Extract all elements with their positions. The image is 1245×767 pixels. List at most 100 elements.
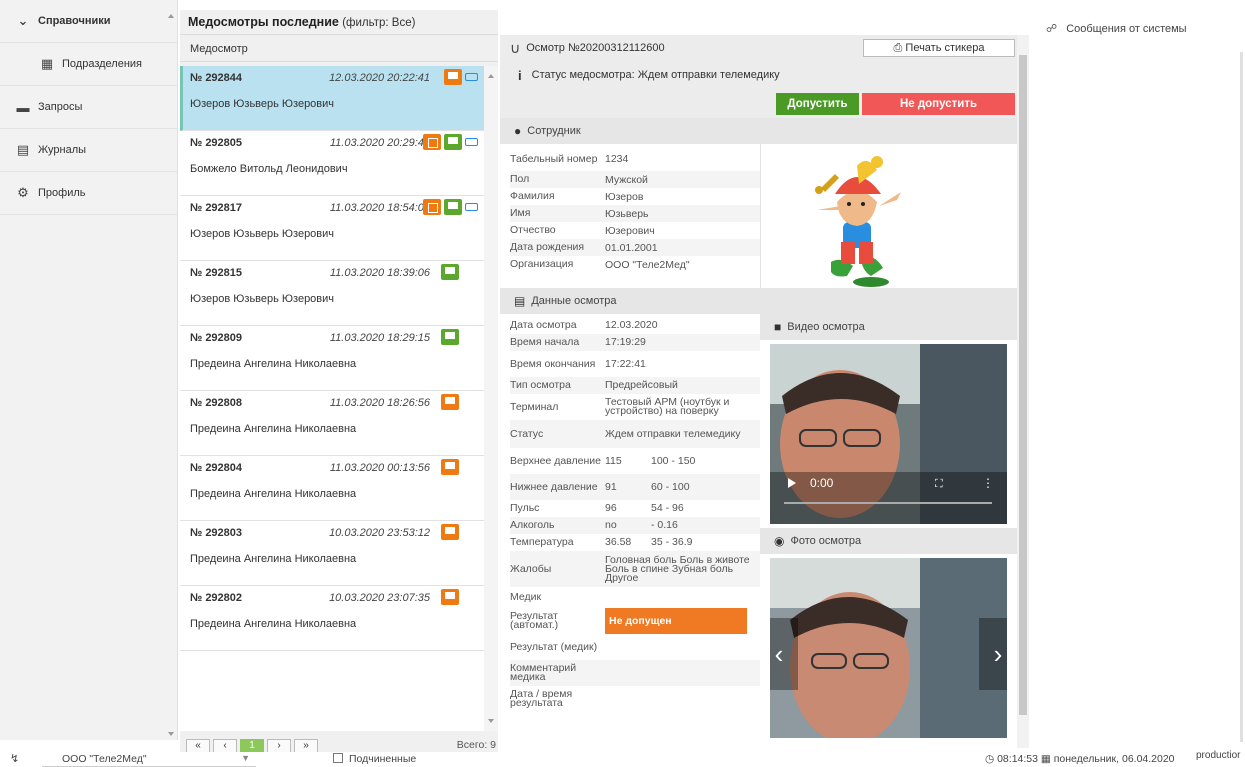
terminal-orange-icon [444, 69, 462, 85]
field-value: Мужской [605, 173, 648, 186]
more-icon[interactable]: ⋮ [982, 476, 994, 490]
reject-button[interactable]: Не допустить [862, 93, 1015, 115]
exam-employee-name: Предеина Ангелина Николаевна [190, 488, 357, 500]
exam-video[interactable]: 0:00 ⛶ ⋮ [770, 344, 1007, 524]
exam-header: ∪ Осмотр №20200312112600 ⎙ Печать стикер… [500, 35, 1017, 61]
terminal-green-icon [444, 134, 462, 150]
medical-orange-icon [423, 199, 441, 215]
field-label: Пол [510, 173, 530, 185]
sidebar-item-profile[interactable]: ⚙ Профиль [0, 172, 177, 215]
info-icon: i [518, 67, 522, 83]
sidebar-scrollbar[interactable] [166, 12, 176, 738]
field-label: Верхнее давление [510, 454, 601, 467]
fullscreen-icon[interactable]: ⛶ [935, 478, 943, 490]
list-item[interactable]: № 292808 11.03.2020 18:26:56 Предеина Ан… [180, 391, 484, 456]
video-section-header: ■ Видео осмотра [760, 314, 1017, 340]
exam-date: 11.03.2020 18:29:15 [329, 332, 430, 344]
field-value: 91 [605, 480, 617, 493]
list-column-header[interactable]: Медосмотр [180, 34, 498, 62]
field-label: Время начала [510, 336, 580, 348]
print-sticker-button[interactable]: ⎙ Печать стикера [863, 39, 1015, 57]
battery-icon [465, 203, 478, 211]
list-item[interactable]: № 292809 11.03.2020 18:29:15 Предеина Ан… [180, 326, 484, 391]
chevron-down-icon: ▼ [241, 753, 250, 763]
exam-employee-name: Предеина Ангелина Николаевна [190, 358, 357, 370]
exam-date: 10.03.2020 23:53:12 [329, 527, 430, 539]
checkbox-box [333, 753, 343, 763]
admit-button[interactable]: Допустить [776, 93, 859, 115]
status-bar: ↯ ООО "Теле2Мед" ▼ Подчиненные ◷ 08:14:5… [0, 750, 1245, 767]
list-item[interactable]: № 292802 10.03.2020 23:07:35 Предеина Ан… [180, 586, 484, 651]
organization-select[interactable]: ООО "Теле2Мед" ▼ [42, 753, 256, 767]
photo-frame [770, 558, 1007, 738]
field-value: 17:19:29 [605, 336, 646, 348]
field-label: Дата осмотра [510, 319, 577, 331]
photo-next-button[interactable]: › [979, 618, 1007, 690]
page-next-button[interactable]: › [267, 739, 291, 753]
clock-time: 08:14:53 [997, 753, 1038, 765]
sidebar-item-label: Запросы [38, 101, 83, 113]
page-last-button[interactable]: » [294, 739, 318, 753]
field-label: Фамилия [510, 190, 555, 202]
subordinates-label: Подчиненные [349, 753, 417, 765]
list-scrollbar[interactable] [484, 66, 498, 731]
exam-date: 11.03.2020 00:13:56 [329, 462, 430, 474]
detail-scrollbar-thumb[interactable] [1019, 55, 1027, 715]
exam-date: 11.03.2020 18:39:06 [329, 267, 430, 279]
field-range: 100 - 150 [651, 454, 696, 467]
exam-employee-name: Бомжело Витольд Леонидович [190, 163, 348, 175]
sidebar-item-label: Профиль [38, 187, 86, 199]
list-item[interactable]: № 292817 11.03.2020 18:54:03 Юзеров Юзьв… [180, 196, 484, 261]
field-value: ООО "Теле2Мед" [605, 258, 690, 271]
employee-section-header: ● Сотрудник [500, 118, 1017, 144]
detail-scrollbar[interactable] [1017, 35, 1029, 748]
list-title: Медосмотры последние (фильтр: Все) [180, 10, 498, 34]
field-value: no [605, 519, 617, 531]
list-item[interactable]: № 292805 11.03.2020 20:29:45 Бомжело Вит… [180, 131, 484, 196]
field-value: Предрейсовый [605, 379, 678, 391]
field-label: Нижнее давление [510, 480, 598, 493]
gear-icon: ⚙ [17, 185, 29, 200]
field-value: Юзьверь [605, 207, 649, 220]
field-value: Юзерович [605, 224, 655, 237]
field-label: Пульс [510, 502, 540, 514]
sidebar: ⌄ Справочники ▦ Подразделения ▬ Запросы … [0, 0, 178, 740]
print-sticker-label: Печать стикера [905, 42, 985, 54]
photo-prev-button[interactable]: ‹ [770, 618, 798, 690]
sidebar-item-requests[interactable]: ▬ Запросы [0, 86, 177, 129]
exam-data-section-title: Данные осмотра [531, 295, 617, 307]
field-label: Табельный номер [510, 152, 598, 165]
field-value: 115 [605, 454, 622, 467]
clock: ◷ 08:14:53 ▦ понедельник, 06.04.2020 [985, 753, 1175, 765]
terminal-green-icon [441, 264, 459, 280]
page-current-button[interactable]: 1 [240, 739, 264, 753]
page-first-button[interactable]: « [186, 739, 210, 753]
organization-value: ООО "Теле2Мед" [62, 753, 147, 765]
subordinates-checkbox[interactable]: Подчиненные [333, 753, 416, 765]
sidebar-item-journals[interactable]: ▤ Журналы [0, 129, 177, 172]
field-label: Отчество [510, 224, 556, 236]
field-label: Медик [510, 590, 542, 603]
exam-data-section-header: ▤ Данные осмотра [500, 288, 1017, 314]
page-prev-button[interactable]: ‹ [213, 739, 237, 753]
sidebar-item-departments[interactable]: ▦ Подразделения [0, 43, 177, 86]
video-frame: 0:00 ⛶ ⋮ [770, 344, 1007, 524]
list-item[interactable]: № 292815 11.03.2020 18:39:06 Юзеров Юзьв… [180, 261, 484, 326]
list-item[interactable]: № 292844 12.03.2020 20:22:41 Юзеров Юзьв… [180, 66, 484, 131]
exam-photo-carousel: ‹ › [770, 558, 1007, 738]
exam-date: 11.03.2020 18:26:56 [329, 397, 430, 409]
terminal-orange-icon [441, 459, 459, 475]
chevron-down-icon: ⌄ [17, 13, 29, 28]
list-item[interactable]: № 292804 11.03.2020 00:13:56 Предеина Ан… [180, 456, 484, 521]
field-label: Температура [510, 536, 574, 548]
field-label: Организация [510, 258, 574, 270]
printer-icon: ⎙ [893, 42, 903, 54]
exam-date: 12.03.2020 20:22:41 [329, 72, 430, 84]
stethoscope-icon: ∪ [510, 39, 521, 56]
sidebar-item-directories[interactable]: ⌄ Справочники [0, 0, 177, 43]
messages-scrollbar[interactable] [1240, 52, 1243, 742]
book-icon: ▤ [16, 142, 30, 157]
field-label: Дата рождения [510, 241, 585, 253]
video-progress-bar[interactable] [784, 502, 992, 504]
list-item[interactable]: № 292803 10.03.2020 23:53:12 Предеина Ан… [180, 521, 484, 586]
